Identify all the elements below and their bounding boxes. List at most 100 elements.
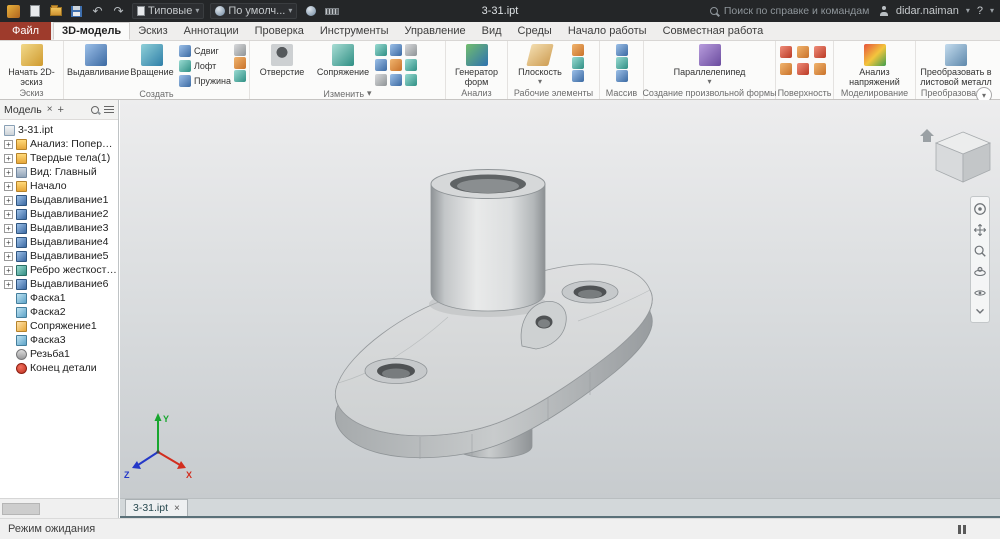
zoom-icon[interactable]: [973, 244, 987, 258]
tree-item[interactable]: + Выдавливание3: [0, 221, 118, 235]
close-icon[interactable]: ×: [47, 104, 53, 115]
chevron-down-icon[interactable]: [973, 307, 987, 317]
tab-get-started[interactable]: Начало работы: [560, 22, 655, 40]
tree-item[interactable]: + Выдавливание6: [0, 277, 118, 291]
chevron-down-icon[interactable]: ▾: [966, 7, 970, 15]
loft-button[interactable]: Лофт: [179, 59, 231, 73]
tree-item-root[interactable]: 3-31.ipt: [0, 123, 118, 137]
resize-grip[interactable]: [958, 525, 966, 534]
convert-sheet-metal-button[interactable]: Преобразовать в листовой металл: [919, 43, 993, 88]
emboss-icon[interactable]: [234, 44, 246, 56]
pan-icon[interactable]: [973, 223, 987, 237]
circular-pattern-icon[interactable]: [616, 57, 628, 69]
scrollbar-thumb[interactable]: [2, 503, 40, 515]
measure-icon[interactable]: [324, 4, 339, 19]
group-label[interactable]: Изменить▾: [250, 88, 445, 99]
browser-tab-label[interactable]: Модель: [4, 104, 42, 116]
search-input[interactable]: [722, 4, 872, 18]
expand-icon[interactable]: +: [4, 266, 13, 275]
chamfer-icon[interactable]: [375, 44, 387, 56]
start-2d-sketch-button[interactable]: Начать 2D-эскиз: [3, 43, 60, 88]
tab-inspect[interactable]: Проверка: [247, 22, 312, 40]
freeform-box-button[interactable]: Параллелепипед ▾: [673, 43, 747, 86]
browser-search-icon[interactable]: [91, 106, 99, 114]
tree-item[interactable]: Фаска1: [0, 291, 118, 305]
help-button[interactable]: ?: [977, 5, 983, 17]
close-icon[interactable]: ×: [174, 503, 180, 514]
rectangular-pattern-icon[interactable]: [616, 44, 628, 56]
tree-item[interactable]: Фаска3: [0, 333, 118, 347]
tab-collaborate[interactable]: Совместная работа: [655, 22, 772, 40]
stress-analysis-button[interactable]: Анализ напряжений: [842, 43, 908, 88]
extend-icon[interactable]: [780, 63, 792, 75]
save-icon[interactable]: [69, 4, 84, 19]
browser-menu-icon[interactable]: [104, 106, 114, 114]
orbit-icon[interactable]: [973, 265, 987, 279]
sweep-button[interactable]: Сдвиг: [179, 44, 231, 58]
open-file-icon[interactable]: [48, 4, 63, 19]
shell-icon[interactable]: [390, 44, 402, 56]
navigation-wheel-icon[interactable]: [973, 202, 987, 216]
tree-item[interactable]: Сопряжение1: [0, 319, 118, 333]
material-icon[interactable]: [303, 4, 318, 19]
combine-icon[interactable]: [405, 59, 417, 71]
tab-sketch[interactable]: Эскиз: [130, 22, 175, 40]
split-icon[interactable]: [390, 59, 402, 71]
chevron-down-icon[interactable]: ▾: [990, 7, 994, 15]
redo-icon[interactable]: ↷: [111, 4, 126, 19]
axis-icon[interactable]: [572, 44, 584, 56]
tab-view[interactable]: Вид: [474, 22, 510, 40]
tree-item[interactable]: Резьба1: [0, 347, 118, 361]
sculpt-icon[interactable]: [797, 63, 809, 75]
plane-button[interactable]: Плоскость ▾: [511, 43, 569, 86]
app-logo-icon[interactable]: [6, 4, 21, 19]
tree-item[interactable]: + Начало: [0, 179, 118, 193]
tree-item[interactable]: + Твердые тела(1): [0, 151, 118, 165]
browser-scrollbar[interactable]: [0, 498, 119, 518]
tree-item[interactable]: + Выдавливание2: [0, 207, 118, 221]
tab-manage[interactable]: Управление: [396, 22, 473, 40]
tree-item-end-of-part[interactable]: Конец детали: [0, 361, 118, 375]
thicken-icon[interactable]: [375, 74, 387, 86]
user-name[interactable]: didar.naiman: [896, 5, 959, 17]
undo-icon[interactable]: ↶: [90, 4, 105, 19]
expand-icon[interactable]: +: [4, 224, 13, 233]
patch-icon[interactable]: [797, 46, 809, 58]
tree-item[interactable]: + Выдавливание4: [0, 235, 118, 249]
add-tab-icon[interactable]: +: [58, 104, 64, 116]
replace-face-icon[interactable]: [814, 63, 826, 75]
expand-icon[interactable]: +: [4, 168, 13, 177]
part-model[interactable]: [335, 170, 652, 460]
expand-icon[interactable]: +: [4, 252, 13, 261]
derive-icon[interactable]: [234, 70, 246, 82]
tab-annotations[interactable]: Аннотации: [176, 22, 247, 40]
move-bodies-icon[interactable]: [405, 74, 417, 86]
tree-item[interactable]: Фаска2: [0, 305, 118, 319]
appearance-combo[interactable]: По умолч... ▾: [210, 3, 297, 19]
revolve-button[interactable]: Вращение: [128, 43, 176, 78]
help-search[interactable]: [710, 4, 872, 18]
extrude-button[interactable]: Выдавливание: [67, 43, 125, 78]
template-combo[interactable]: Типовые ▾: [132, 3, 204, 19]
delete-face-icon[interactable]: [390, 74, 402, 86]
expand-icon[interactable]: +: [4, 210, 13, 219]
coil-button[interactable]: Пружина: [179, 74, 231, 88]
tab-tools[interactable]: Инструменты: [312, 22, 397, 40]
shape-generator-button[interactable]: Генератор форм: [449, 43, 504, 88]
3d-viewport[interactable]: Y X Z: [120, 100, 1000, 498]
fillet-button[interactable]: Сопряжение: [314, 43, 372, 78]
expand-icon[interactable]: +: [4, 238, 13, 247]
home-icon[interactable]: [920, 129, 934, 142]
hole-button[interactable]: Отверстие: [253, 43, 311, 78]
expand-icon[interactable]: +: [4, 182, 13, 191]
expand-icon[interactable]: +: [4, 154, 13, 163]
expand-icon[interactable]: +: [4, 140, 13, 149]
view-cube[interactable]: [920, 129, 990, 182]
document-tab[interactable]: 3-31.ipt ×: [125, 499, 188, 516]
tab-environments[interactable]: Среды: [510, 22, 560, 40]
decal-icon[interactable]: [234, 57, 246, 69]
point-icon[interactable]: [572, 57, 584, 69]
look-at-icon[interactable]: [973, 286, 987, 300]
expand-icon[interactable]: +: [4, 280, 13, 289]
ucs-icon[interactable]: [572, 70, 584, 82]
